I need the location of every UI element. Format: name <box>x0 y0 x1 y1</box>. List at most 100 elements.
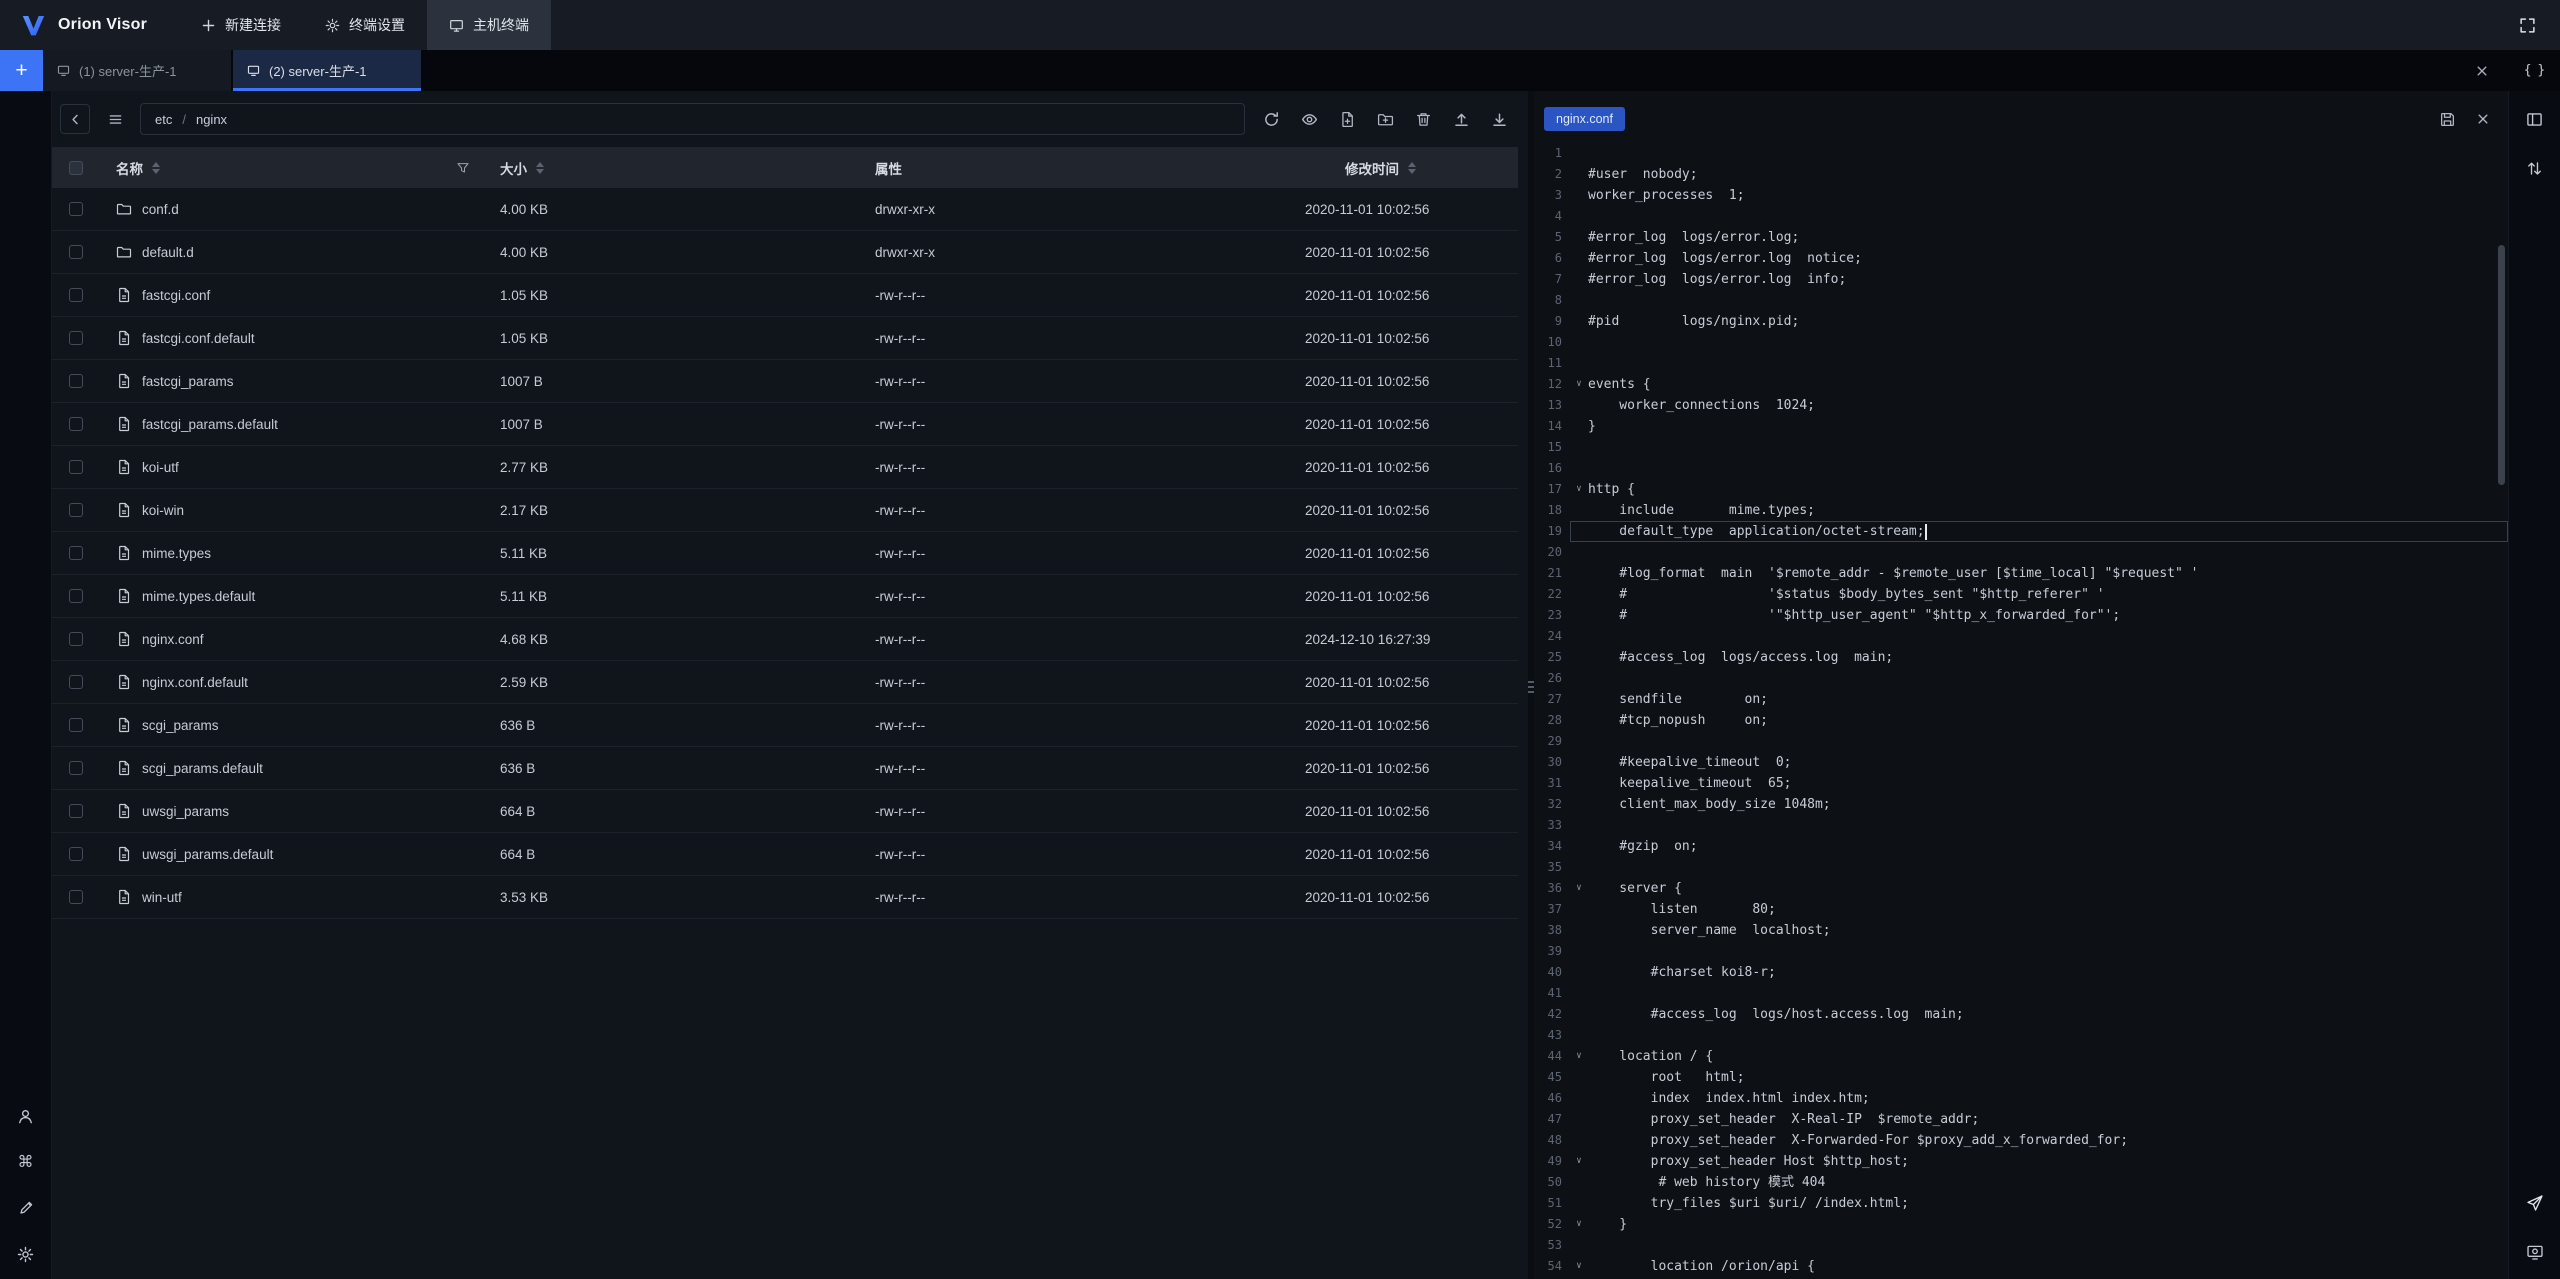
row-checkbox[interactable] <box>69 589 83 603</box>
code-line[interactable]: 53 <box>1534 1235 2508 1256</box>
file-name-cell[interactable]: uwsgi_params <box>100 803 500 819</box>
code-line[interactable]: 5#error_log logs/error.log; <box>1534 227 2508 248</box>
code-line[interactable]: 17∨http { <box>1534 479 2508 500</box>
file-row[interactable]: fastcgi.conf 1.05 KB -rw-r--r-- 2020-11-… <box>52 274 1518 317</box>
preview-eye-icon[interactable] <box>1301 111 1318 128</box>
file-row[interactable]: uwsgi_params.default 664 B -rw-r--r-- 20… <box>52 833 1518 876</box>
fold-chevron-icon[interactable]: ∨ <box>1570 1046 1588 1067</box>
fold-chevron-icon[interactable]: ∨ <box>1570 479 1588 500</box>
column-attrs[interactable]: 属性 <box>875 158 1305 178</box>
code-line[interactable]: 54∨ location /orion/api { <box>1534 1256 2508 1277</box>
code-line[interactable]: 19 default_type application/octet-stream… <box>1534 521 2508 542</box>
code-line[interactable]: 32 client_max_body_size 1048m; <box>1534 794 2508 815</box>
delete-trash-icon[interactable] <box>1415 111 1432 128</box>
code-line[interactable]: 36∨ server { <box>1534 878 2508 899</box>
file-row[interactable]: uwsgi_params 664 B -rw-r--r-- 2020-11-01… <box>52 790 1518 833</box>
code-line[interactable]: 18 include mime.types; <box>1534 500 2508 521</box>
code-line[interactable]: 52∨ } <box>1534 1214 2508 1235</box>
code-line[interactable]: 41 <box>1534 983 2508 1004</box>
code-line[interactable]: 24 <box>1534 626 2508 647</box>
swap-sort-icon[interactable] <box>2509 148 2560 188</box>
breadcrumb-segment[interactable]: etc <box>155 112 172 127</box>
row-checkbox[interactable] <box>69 890 83 904</box>
row-checkbox[interactable] <box>69 202 83 216</box>
code-line[interactable]: 2#user nobody; <box>1534 164 2508 185</box>
file-name-cell[interactable]: koi-win <box>100 502 500 518</box>
select-all-checkbox[interactable] <box>69 161 83 175</box>
row-checkbox[interactable] <box>69 503 83 517</box>
path-breadcrumb[interactable]: etc / nginx <box>140 103 1245 135</box>
row-checkbox[interactable] <box>69 374 83 388</box>
breadcrumb-segment[interactable]: nginx <box>196 112 227 127</box>
refresh-icon[interactable] <box>1263 111 1280 128</box>
file-name-cell[interactable]: win-utf <box>100 889 500 905</box>
code-line[interactable]: 20 <box>1534 542 2508 563</box>
code-line[interactable]: 43 <box>1534 1025 2508 1046</box>
code-line[interactable]: 44∨ location / { <box>1534 1046 2508 1067</box>
code-line[interactable]: 26 <box>1534 668 2508 689</box>
file-row[interactable]: scgi_params.default 636 B -rw-r--r-- 202… <box>52 747 1518 790</box>
file-name-cell[interactable]: fastcgi.conf.default <box>100 330 500 346</box>
code-line[interactable]: 14} <box>1534 416 2508 437</box>
file-row[interactable]: conf.d 4.00 KB drwxr-xr-x 2020-11-01 10:… <box>52 188 1518 231</box>
tab-server-2[interactable]: (2) server-生产-1 <box>233 50 421 91</box>
row-checkbox[interactable] <box>69 460 83 474</box>
column-name[interactable]: 名称 <box>100 158 500 178</box>
file-name-cell[interactable]: conf.d <box>100 201 500 217</box>
file-name-cell[interactable]: fastcgi_params <box>100 373 500 389</box>
code-line[interactable]: 46 index index.html index.htm; <box>1534 1088 2508 1109</box>
send-command-icon[interactable] <box>2509 1183 2560 1223</box>
column-mtime[interactable]: 修改时间 <box>1305 158 1518 178</box>
code-line[interactable]: 33 <box>1534 815 2508 836</box>
file-name-cell[interactable]: fastcgi_params.default <box>100 416 500 432</box>
code-line[interactable]: 37 listen 80; <box>1534 899 2508 920</box>
new-file-icon[interactable] <box>1339 111 1356 128</box>
code-line[interactable]: 22 # '$status $body_bytes_sent "$http_re… <box>1534 584 2508 605</box>
variables-braces-icon[interactable]: { } <box>2518 50 2550 91</box>
close-editor-icon[interactable] <box>2476 111 2490 128</box>
fold-chevron-icon[interactable]: ∨ <box>1570 1214 1588 1235</box>
code-line[interactable]: 51 try_files $uri $uri/ /index.html; <box>1534 1193 2508 1214</box>
file-name-cell[interactable]: nginx.conf.default <box>100 674 500 690</box>
screen-capture-icon[interactable] <box>2509 1232 2560 1272</box>
tab-server-1[interactable]: (1) server-生产-1 <box>43 50 231 91</box>
fold-chevron-icon[interactable]: ∨ <box>1570 878 1588 899</box>
column-size[interactable]: 大小 <box>500 158 875 178</box>
code-line[interactable]: 42 #access_log logs/host.access.log main… <box>1534 1004 2508 1025</box>
panel-layout-icon[interactable] <box>2509 99 2560 139</box>
sort-mtime-icon[interactable] <box>1408 162 1416 174</box>
row-checkbox[interactable] <box>69 675 83 689</box>
file-row[interactable]: default.d 4.00 KB drwxr-xr-x 2020-11-01 … <box>52 231 1518 274</box>
editor-file-tab[interactable]: nginx.conf <box>1544 107 1625 131</box>
code-line[interactable]: 35 <box>1534 857 2508 878</box>
code-line[interactable]: 28 #tcp_nopush on; <box>1534 710 2508 731</box>
fold-chevron-icon[interactable]: ∨ <box>1570 1256 1588 1277</box>
file-row[interactable]: nginx.conf.default 2.59 KB -rw-r--r-- 20… <box>52 661 1518 704</box>
row-checkbox[interactable] <box>69 331 83 345</box>
settings-gear-icon[interactable] <box>0 1234 51 1274</box>
code-line[interactable]: 21 #log_format main '$remote_addr - $rem… <box>1534 563 2508 584</box>
row-checkbox[interactable] <box>69 761 83 775</box>
file-name-cell[interactable]: uwsgi_params.default <box>100 846 500 862</box>
back-button[interactable] <box>60 104 90 134</box>
code-line[interactable]: 47 proxy_set_header X-Real-IP $remote_ad… <box>1534 1109 2508 1130</box>
code-line[interactable]: 39 <box>1534 941 2508 962</box>
menu-new-connection[interactable]: 新建连接 <box>179 0 303 50</box>
new-folder-icon[interactable] <box>1377 111 1394 128</box>
fold-chevron-icon[interactable]: ∨ <box>1570 1151 1588 1172</box>
add-tab-button[interactable]: + <box>0 50 43 91</box>
code-line[interactable]: 25 #access_log logs/access.log main; <box>1534 647 2508 668</box>
code-line[interactable]: 49∨ proxy_set_header Host $http_host; <box>1534 1151 2508 1172</box>
close-sftp-panel-icon[interactable] <box>2466 50 2498 91</box>
code-editor[interactable]: 12#user nobody;3worker_processes 1;45#er… <box>1534 143 2508 1279</box>
file-name-cell[interactable]: scgi_params <box>100 717 500 733</box>
code-line[interactable]: 50 # web history 模式 404 <box>1534 1172 2508 1193</box>
code-line[interactable]: 10 <box>1534 332 2508 353</box>
fold-chevron-icon[interactable]: ∨ <box>1570 374 1588 395</box>
fullscreen-icon[interactable] <box>2510 8 2544 42</box>
file-row[interactable]: koi-utf 2.77 KB -rw-r--r-- 2020-11-01 10… <box>52 446 1518 489</box>
code-line[interactable]: 31 keepalive_timeout 65; <box>1534 773 2508 794</box>
list-view-icon[interactable] <box>100 104 130 134</box>
code-line[interactable]: 15 <box>1534 437 2508 458</box>
code-line[interactable]: 1 <box>1534 143 2508 164</box>
